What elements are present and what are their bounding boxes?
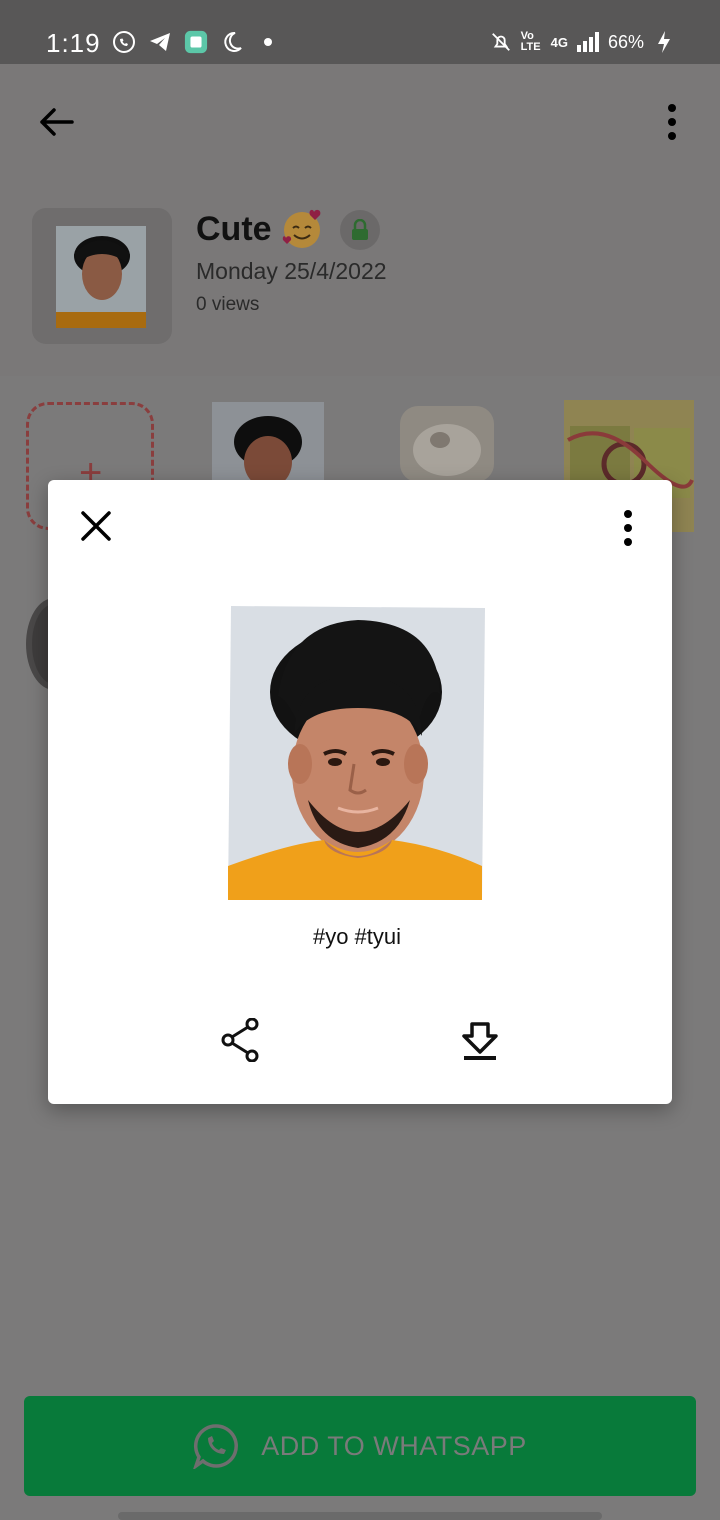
smiling-face-with-hearts-icon — [282, 209, 321, 248]
more-vert-icon — [624, 510, 632, 546]
overflow-menu-button[interactable] — [660, 102, 684, 142]
sticker-photo — [212, 402, 324, 482]
status-time: 1:19 — [46, 28, 101, 58]
pack-date: Monday 25/4/2022 — [196, 258, 387, 284]
whatsapp-icon — [112, 30, 136, 54]
dialog-overflow-button[interactable] — [620, 508, 636, 548]
back-button[interactable] — [36, 102, 76, 142]
app-bar — [0, 64, 720, 176]
add-to-whatsapp-button[interactable]: ADD TO WHATSAPP — [24, 1396, 696, 1496]
status-bar: 1:19 Vo LTE 4G 66% — [0, 0, 720, 64]
sticker-tile[interactable] — [212, 402, 324, 482]
pack-views: 0 views — [196, 294, 260, 315]
status-system-icons: Vo LTE 4G 66% — [489, 30, 676, 54]
sticker-preview-image — [228, 606, 485, 900]
sticker-tile[interactable] — [24, 594, 48, 694]
share-button[interactable] — [220, 1017, 260, 1063]
sticker-preview-dialog: #yo #tyui — [48, 480, 672, 1104]
share-icon — [221, 1017, 259, 1063]
download-icon — [462, 1022, 498, 1060]
sticker-tile[interactable] — [400, 406, 494, 482]
battery-percent: 66% — [607, 31, 644, 52]
pack-header: Cute Monday 25/4/2022 0 views — [0, 176, 720, 376]
app-icon — [184, 30, 208, 54]
moon-icon — [220, 30, 244, 54]
pack-tray-icon — [32, 208, 172, 344]
lock-icon — [352, 219, 368, 240]
telegram-icon — [148, 30, 172, 54]
close-icon — [81, 511, 111, 541]
network-label: 4G — [550, 34, 568, 50]
volte-label: Vo LTE — [520, 30, 541, 53]
download-button[interactable] — [460, 1020, 500, 1060]
sticker-partial — [26, 599, 48, 689]
sticker-cat — [400, 406, 494, 482]
pack-title: Cute — [196, 210, 272, 248]
whatsapp-icon — [193, 1424, 239, 1469]
signal-icon — [576, 30, 600, 54]
dot-icon — [256, 30, 280, 54]
bell-off-icon — [489, 30, 513, 54]
navigation-bar — [118, 1512, 602, 1520]
close-button[interactable] — [78, 508, 114, 544]
arrow-back-icon — [40, 108, 74, 136]
charging-icon — [652, 30, 676, 54]
sticker-tags: #yo #tyui — [312, 924, 402, 949]
add-to-whatsapp-label: ADD TO WHATSAPP — [261, 1430, 527, 1461]
status-notification-icons — [112, 30, 280, 54]
pack-thumbnail-photo — [56, 226, 146, 328]
lock-badge — [340, 210, 380, 250]
more-vert-icon — [668, 104, 676, 140]
